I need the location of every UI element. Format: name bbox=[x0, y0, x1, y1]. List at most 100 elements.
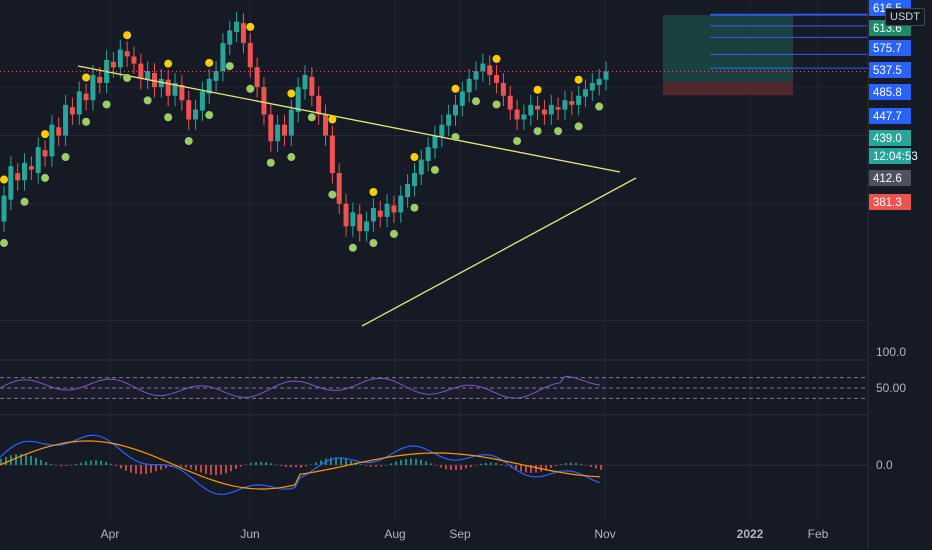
candle-body bbox=[514, 109, 520, 120]
buy-dot bbox=[164, 113, 173, 122]
macd-hist-bar bbox=[100, 460, 102, 465]
candle-body bbox=[576, 95, 582, 105]
buy-dot bbox=[205, 111, 214, 120]
macd-hist-bar bbox=[550, 465, 552, 468]
macd-hist-bar bbox=[370, 465, 372, 467]
macd-hist-bar bbox=[125, 465, 127, 471]
macd-hist-bar bbox=[115, 465, 117, 467]
candle-body bbox=[418, 159, 424, 175]
price-label: 447.7 bbox=[869, 108, 911, 124]
macd-hist-bar bbox=[395, 461, 397, 465]
macd-hist-bar bbox=[405, 458, 407, 465]
candle-body bbox=[343, 203, 349, 227]
price-label-text: 12:04:53 bbox=[873, 151, 918, 163]
candle-body bbox=[336, 173, 342, 204]
candle-body bbox=[357, 214, 363, 232]
candle-body bbox=[350, 212, 356, 227]
candle-body bbox=[76, 91, 82, 115]
macd-hist-bar bbox=[225, 465, 227, 474]
sell-dot bbox=[82, 73, 91, 82]
macd-hist-bar bbox=[250, 462, 252, 465]
buy-dot bbox=[225, 62, 234, 71]
buy-dot bbox=[533, 127, 542, 136]
time-tick: Feb bbox=[808, 527, 829, 541]
macd-hist-bar bbox=[60, 465, 62, 466]
candle-body bbox=[425, 147, 431, 161]
buy-dot bbox=[554, 127, 563, 136]
macd-hist-bar bbox=[460, 465, 462, 470]
macd-hist-bar bbox=[35, 457, 37, 465]
candle-body bbox=[582, 89, 588, 97]
buy-dot bbox=[307, 113, 316, 122]
macd-hist-bar bbox=[450, 465, 452, 471]
macd-hist-bar bbox=[105, 461, 107, 465]
sell-dot bbox=[533, 85, 542, 94]
candle-body bbox=[535, 105, 541, 110]
candle-body bbox=[398, 195, 404, 213]
price-label: 575.7 bbox=[869, 40, 911, 56]
buy-dot bbox=[574, 122, 583, 131]
sell-dot bbox=[246, 22, 255, 31]
macd-hist-bar bbox=[185, 465, 187, 468]
macd-hist-bar bbox=[230, 465, 232, 472]
macd-hist-bar bbox=[255, 461, 257, 465]
macd-panel bbox=[0, 434, 868, 496]
stop-zone bbox=[663, 81, 793, 96]
macd-hist-bar bbox=[290, 465, 292, 468]
candle-body bbox=[494, 74, 500, 83]
candle-body bbox=[83, 93, 89, 101]
macd-hist-bar bbox=[160, 465, 162, 470]
candle-body bbox=[8, 166, 14, 200]
macd-hist-bar bbox=[200, 465, 202, 473]
candle-body bbox=[15, 173, 21, 181]
candle-body bbox=[22, 162, 28, 181]
macd-hist-bar bbox=[440, 465, 442, 468]
candle-body bbox=[500, 82, 506, 96]
candle-body bbox=[165, 79, 171, 96]
macd-hist-bar bbox=[560, 464, 562, 465]
macd-hist-bar bbox=[195, 465, 197, 471]
sell-dot bbox=[41, 130, 50, 139]
candle-body bbox=[1, 195, 7, 222]
buy-dot bbox=[430, 165, 439, 174]
sell-dot bbox=[369, 187, 378, 196]
candle-body bbox=[35, 147, 41, 174]
macd-hist-bar bbox=[425, 461, 427, 465]
macd-hist-bar bbox=[140, 465, 142, 475]
macd-hist-bar bbox=[280, 465, 282, 466]
macd-hist-bar bbox=[215, 465, 217, 476]
macd-hist-bar bbox=[285, 465, 287, 467]
candle-body bbox=[247, 42, 253, 68]
candle-body bbox=[541, 109, 547, 115]
macd-hist-bar bbox=[110, 463, 112, 465]
time-tick: Apr bbox=[101, 527, 120, 541]
buy-dot bbox=[348, 243, 357, 252]
buy-dot bbox=[123, 73, 132, 82]
buy-dot bbox=[410, 203, 419, 212]
candle-body bbox=[288, 109, 294, 136]
candle-body bbox=[569, 101, 575, 105]
macd-hist-bar bbox=[470, 465, 472, 467]
currency-badge[interactable]: USDT bbox=[885, 8, 925, 26]
candle-body bbox=[110, 61, 116, 68]
candle-body bbox=[117, 49, 123, 68]
macd-hist-bar bbox=[5, 456, 7, 465]
candles bbox=[1, 11, 609, 242]
price-tick: 100.0 bbox=[876, 345, 906, 359]
price-label-text: 537.5 bbox=[873, 65, 902, 77]
price-chart[interactable]: 200.0300.0100.050.000.0 AprJunAugSepNov2… bbox=[0, 0, 932, 550]
candle-body bbox=[42, 150, 48, 157]
buy-dot bbox=[595, 102, 604, 111]
macd-hist-bar bbox=[245, 464, 247, 466]
signal-dots bbox=[0, 22, 604, 252]
candle-body bbox=[124, 51, 130, 57]
candle-body bbox=[603, 71, 609, 80]
candle-body bbox=[329, 135, 335, 174]
buy-dot bbox=[0, 239, 8, 248]
buy-dot bbox=[20, 197, 29, 206]
macd-hist-bar bbox=[590, 465, 592, 467]
candle-body bbox=[261, 87, 267, 115]
candle-body bbox=[487, 65, 493, 75]
candle-body bbox=[193, 109, 199, 120]
macd-hist-bar bbox=[45, 462, 47, 465]
